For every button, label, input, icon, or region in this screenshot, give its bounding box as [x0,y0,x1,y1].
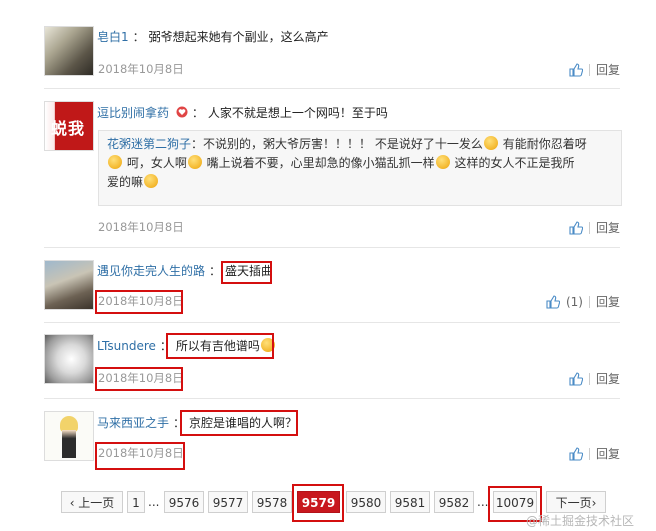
action-divider [588,372,590,385]
thumbs-up-icon[interactable] [569,62,583,77]
smirk-emoji-icon [144,174,159,188]
smirk-emoji-icon [483,136,498,150]
reply-button[interactable]: 回复 [596,219,620,236]
highlight-box [221,261,272,284]
quote-username-link[interactable]: 花粥迷第二狗子 [107,137,191,151]
thumbs-up-icon[interactable] [569,446,583,461]
reply-button[interactable]: 回复 [596,445,620,462]
page-button[interactable]: 9580 [346,491,386,513]
quoted-comment: 花粥迷第二狗子：不说别的，粥大爷厉害！！！！ 不是说好了十一发么 有能耐你忍着呀… [98,130,622,206]
username-link[interactable]: 遇见你走完人生的路 [97,264,205,278]
quote-text: 这样的女人不正是我所 [454,156,575,170]
username-link[interactable]: 马来西亚之手 [97,416,169,430]
smirk-emoji-icon [435,155,450,169]
prev-page-button[interactable]: ‹ 上一页 [61,491,123,513]
avatar-text: 蜕我 [51,119,86,138]
page-button[interactable]: 9578 [252,491,292,513]
watermark: @稀土掘金技术社区 [526,514,635,528]
comment-actions: (1) 回复 [546,293,620,310]
reply-button[interactable]: 回复 [596,370,620,387]
pagination-ellipsis: ... [477,495,489,509]
comment-divider [44,322,620,323]
like-count: (1) [565,294,583,309]
action-divider [588,447,590,460]
action-divider [588,295,590,308]
comment-divider [44,247,620,248]
separator: ： [191,137,204,151]
separator: ： [191,106,204,120]
comment-actions: 回复 [569,61,620,78]
comment-text: 人家不就是想上一个网吗！至于吗 [207,106,388,120]
user-avatar[interactable] [44,334,94,384]
highlight-box [180,410,298,436]
action-divider [588,221,590,234]
comment-line: 皂白1：弼爷想起来她有个副业，这么高产 [97,29,329,45]
user-avatar[interactable] [44,260,94,310]
user-avatar[interactable] [44,26,94,76]
reply-button[interactable]: 回复 [596,61,620,78]
pagination-ellipsis: ... [148,495,160,509]
avatar-graphic [62,430,76,458]
separator: ： [132,30,145,44]
quote-text: 呵，女人啊 [126,156,187,170]
comment-date: 2018年10月8日 [98,62,184,76]
action-divider [588,63,590,76]
page-button[interactable]: 9576 [164,491,204,513]
thumbs-up-icon[interactable] [569,371,583,386]
smirk-emoji-icon [108,155,122,169]
page-button-1[interactable]: 1 [127,491,145,513]
comment-actions: 回复 [569,370,620,387]
comment-divider [44,398,620,399]
next-page-button[interactable]: 下一页› [546,491,606,513]
username-link[interactable]: 皂白1 [97,30,129,44]
username-link[interactable]: LTsundere [97,339,156,353]
comment-text: 弼爷想起来她有个副业，这么高产 [148,30,329,44]
quote-text: 嘴上说着不要，心里却急的像小猫乱抓一样 [206,156,435,170]
reply-button[interactable]: 回复 [596,293,620,310]
thumbs-up-icon[interactable] [546,294,560,309]
page-button[interactable]: 9581 [390,491,430,513]
highlight-box [95,442,185,470]
smirk-emoji-icon [187,155,202,169]
user-avatar[interactable]: 蜕我 [44,101,94,151]
quote-text: 有能耐你忍着呀 [502,137,587,151]
page-button[interactable]: 9577 [208,491,248,513]
comment-line: 逗比别闹拿药 ：人家不就是想上一个网吗！至于吗 [97,105,388,121]
comment-date: 2018年10月8日 [98,220,184,234]
comment-actions: 回复 [569,445,620,462]
user-avatar[interactable] [44,411,94,461]
highlight-box [292,484,344,522]
quote-text: 爱的嘛 [107,175,144,189]
thumbs-up-icon[interactable] [569,220,583,235]
comment-actions: 回复 [569,219,620,236]
comment-divider [44,88,620,89]
quote-text: 不说别的，粥大爷厉害！！！！ 不是说好了十一发么 [203,137,483,151]
highlight-box [95,367,183,391]
username-link[interactable]: 逗比别闹拿药 [97,106,169,120]
highlight-box [166,333,274,359]
heart-badge-icon [176,106,188,118]
page-button[interactable]: 9582 [434,491,474,513]
highlight-box [95,290,183,314]
